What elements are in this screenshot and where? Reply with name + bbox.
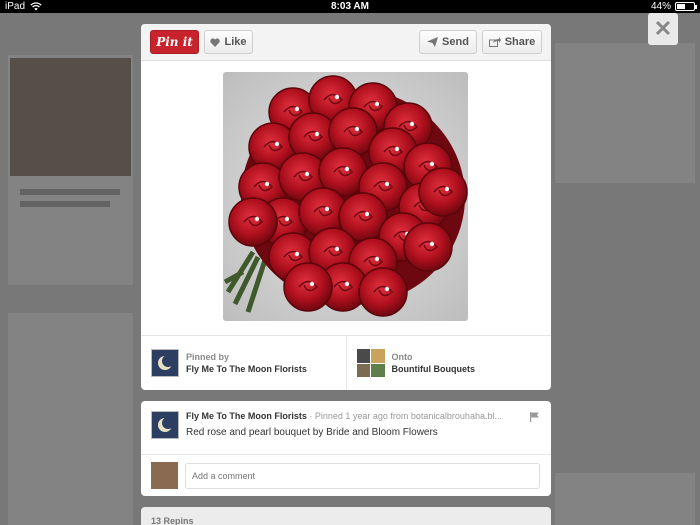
pearl-shape [384,286,390,292]
heart-icon [210,37,221,47]
rose-shape [358,267,408,317]
author-name[interactable]: Fly Me To The Moon Florists [186,411,307,421]
pinned-by-label: Pinned by [186,352,230,362]
author-avatar[interactable] [151,411,179,439]
pearl-shape [344,281,350,287]
pin-it-label: Pin it [156,35,193,49]
send-button[interactable]: Send [419,30,477,54]
pearl-shape [254,216,260,222]
share-button[interactable]: Share [482,30,542,54]
pin-toolbar: Pin it Like Send Share [141,24,551,61]
pearl-shape [374,101,380,107]
pearl-shape [334,94,340,100]
onto-board-section[interactable]: Onto Bountiful Bouquets [345,336,552,390]
pearl-shape [274,141,280,147]
pin-source-line: Fly Me To The Moon Florists · Pinned 1 y… [186,411,536,421]
device-label: iPad [5,1,26,12]
like-label: Like [224,36,247,48]
pearl-shape [384,181,390,187]
rose-bouquet-image [223,72,468,321]
status-time: 8:03 AM [331,1,369,12]
pin-photo-area [141,61,551,335]
moon-logo-icon [158,417,174,432]
moon-logo-icon [158,355,174,370]
board-thumb [371,363,385,377]
pinned-by-section[interactable]: Pinned by Fly Me To The Moon Florists [141,336,346,390]
battery-percent: 44% [650,1,671,12]
pin-it-button[interactable]: Pin it [150,30,199,54]
wifi-icon [30,2,42,11]
pearl-shape [324,206,330,212]
rose-shape [228,197,278,247]
close-button[interactable]: ✕ [648,13,678,45]
rose-shape [283,262,333,312]
board-thumb [371,349,385,363]
status-bar: iPad 8:03 AM 44% [0,0,700,13]
pearl-shape [409,121,415,127]
repins-header: 13 Repins [141,507,551,525]
pearl-shape [364,211,370,217]
board-thumb [356,349,370,363]
share-icon [488,37,501,47]
pearl-shape [429,241,435,247]
pearl-shape [394,146,400,152]
rose-shape [418,167,468,217]
pearl-shape [309,281,315,287]
commenter-avatar [151,462,178,489]
board-thumbnails[interactable] [356,349,385,377]
close-icon: ✕ [653,16,673,41]
board-name[interactable]: Bountiful Bouquets [392,364,475,374]
pearl-shape [429,161,435,167]
pearl-shape [304,171,310,177]
rose-shape [403,222,453,272]
pearl-shape [354,126,360,132]
pearl-shape [334,246,340,252]
pin-info-row: Pinned by Fly Me To The Moon Florists On… [141,335,551,390]
board-thumb [356,363,370,377]
pearl-shape [344,166,350,172]
battery-icon [675,2,697,11]
pearl-shape [314,131,320,137]
pearl-shape [374,256,380,262]
pearl-shape [264,181,270,187]
pin-description-card: Fly Me To The Moon Florists · Pinned 1 y… [141,401,551,496]
pearl-shape [284,216,290,222]
share-label: Share [504,36,536,48]
like-button[interactable]: Like [204,30,253,54]
comment-row [141,454,551,496]
pin-description: Red rose and pearl bouquet by Bride and … [186,427,438,438]
pinner-avatar[interactable] [151,349,179,377]
pin-image[interactable] [223,72,468,321]
flag-icon[interactable] [530,412,539,422]
send-label: Send [442,36,469,48]
pearl-shape [444,186,450,192]
pin-source-meta: · Pinned 1 year ago from botanicalbrouha… [306,411,502,421]
pearl-shape [294,251,300,257]
pin-modal: Pin it Like Send Share Pinned by Fly Me … [141,24,551,390]
paper-plane-icon [427,37,439,47]
comment-input[interactable] [185,462,540,489]
pinner-name[interactable]: Fly Me To The Moon Florists [186,364,307,374]
pearl-shape [294,106,300,112]
onto-label: Onto [391,352,413,362]
